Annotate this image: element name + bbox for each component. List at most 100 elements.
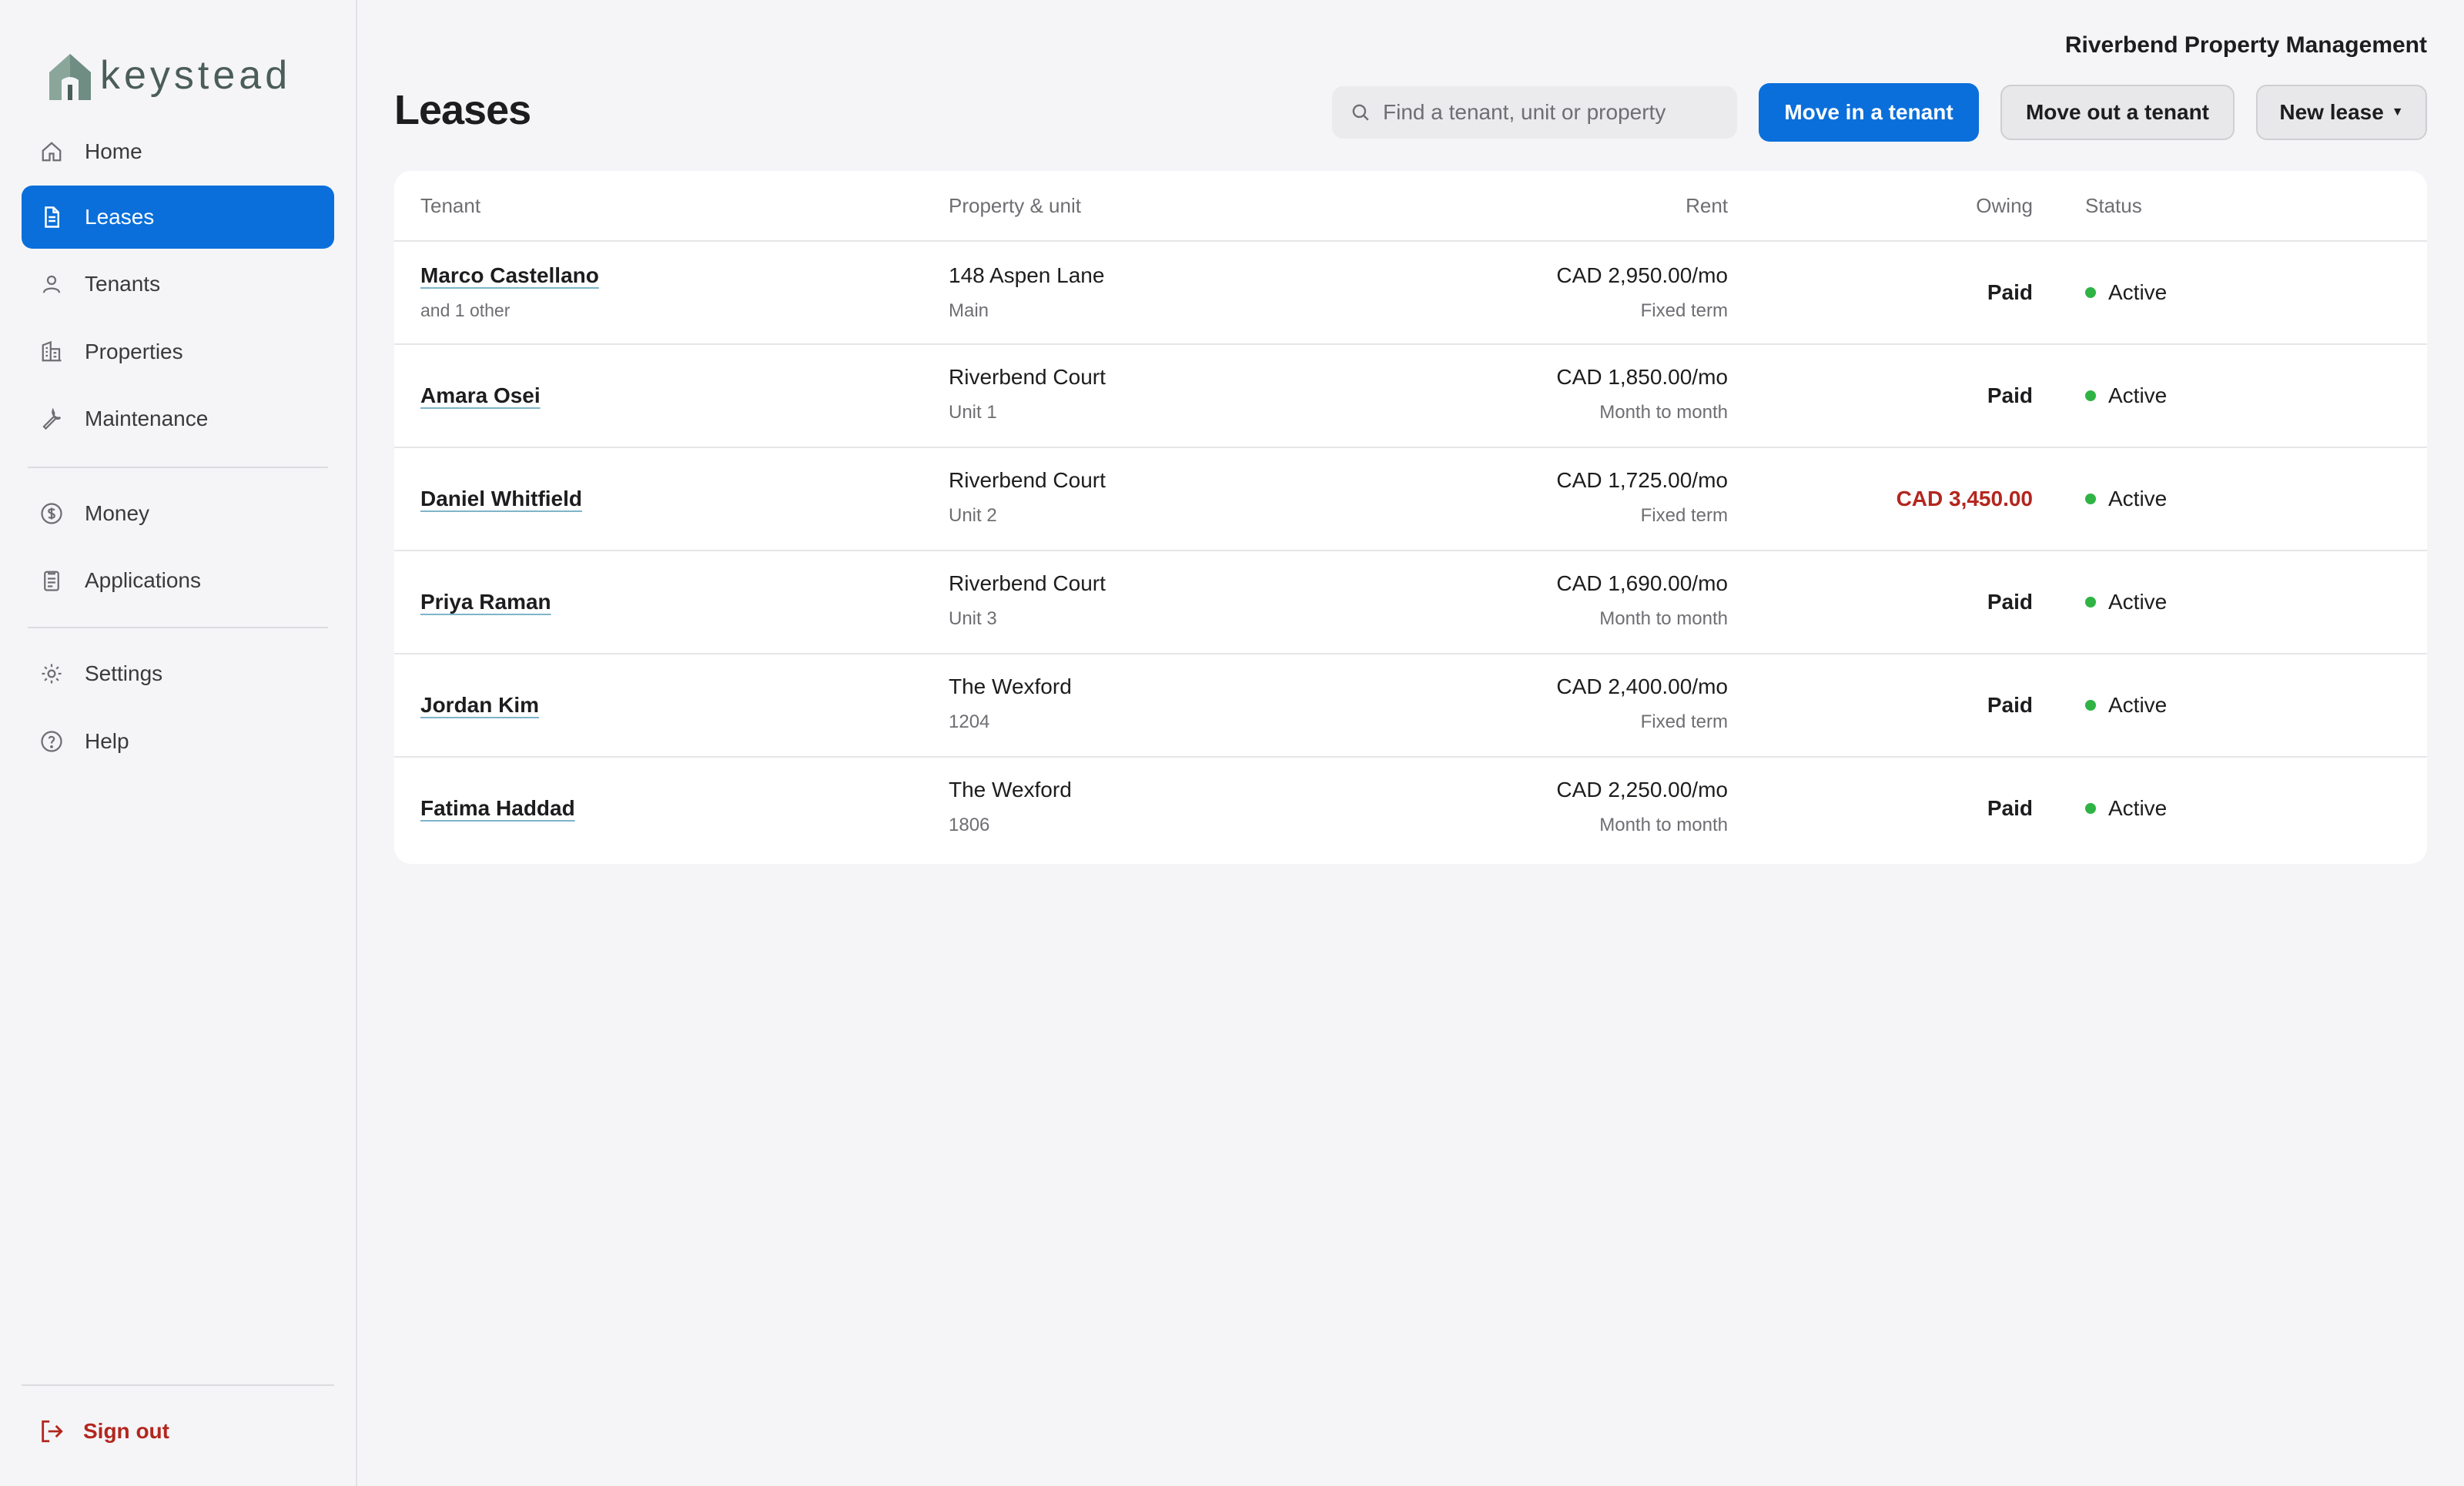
- sidebar-divider: [28, 467, 328, 468]
- status-badge: Active: [2085, 796, 2167, 821]
- sidebar-item-settings[interactable]: Settings: [22, 642, 334, 705]
- sidebar-item-label: Properties: [85, 340, 183, 363]
- owing-amount: Paid: [1987, 280, 2033, 304]
- rent-amount: CAD 2,950.00/mo: [1556, 263, 1728, 287]
- tenant-name-link[interactable]: Daniel Whitfield: [420, 487, 582, 511]
- table-row[interactable]: Marco Castellano and 1 other 148 Aspen L…: [394, 242, 2427, 345]
- new-lease-label: New lease: [2279, 100, 2384, 124]
- leases-table: Tenant Property & unit Rent Owing Status…: [394, 171, 2427, 864]
- status-label: Active: [2108, 383, 2168, 407]
- table-row[interactable]: Amara Osei Riverbend Court Unit 1 CAD 1,…: [394, 345, 2427, 448]
- sidebar-item-help[interactable]: Help: [22, 710, 334, 773]
- tenant-subtext: and 1 other: [420, 300, 511, 320]
- column-header-rent[interactable]: Rent: [1686, 194, 1728, 218]
- sidebar-item-tenants[interactable]: Tenants: [22, 253, 334, 316]
- dollar-circle-icon: [41, 503, 62, 524]
- tenant-name-link[interactable]: Fatima Haddad: [420, 796, 575, 821]
- table-header: Tenant Property & unit Rent Owing Status: [394, 171, 2427, 242]
- property-name: The Wexford: [949, 674, 1072, 698]
- person-icon: [42, 275, 61, 293]
- property-name: Riverbend Court: [949, 468, 1106, 492]
- status-dot-icon: [2085, 700, 2096, 711]
- status-badge: Active: [2085, 280, 2167, 305]
- status-dot-icon: [2085, 287, 2096, 298]
- property-name: 148 Aspen Lane: [949, 263, 1105, 287]
- lease-term: Month to month: [1599, 815, 1728, 835]
- tenant-name-link[interactable]: Priya Raman: [420, 590, 551, 614]
- sidebar: keystead Home Leases Tenants Properties …: [0, 0, 357, 1486]
- table-row[interactable]: Priya Raman Riverbend Court Unit 3 CAD 1…: [394, 551, 2427, 654]
- unit-name: 1204: [949, 711, 990, 732]
- unit-name: Unit 2: [949, 505, 997, 526]
- status-badge: Active: [2085, 383, 2167, 408]
- tenant-name-link[interactable]: Jordan Kim: [420, 693, 539, 718]
- column-header-owing[interactable]: Owing: [1976, 194, 2033, 218]
- table-row[interactable]: Jordan Kim The Wexford 1204 CAD 2,400.00…: [394, 654, 2427, 758]
- search-input[interactable]: [1383, 100, 1722, 125]
- building-icon: [42, 340, 62, 362]
- question-circle-icon: [41, 731, 62, 752]
- lease-term: Fixed term: [1640, 711, 1728, 732]
- organization-name: Riverbend Property Management: [2064, 32, 2427, 58]
- new-lease-dropdown-button[interactable]: New lease ▼: [2256, 85, 2427, 140]
- sidebar-item-label: Tenants: [85, 272, 161, 296]
- sign-out-label: Sign out: [83, 1419, 169, 1443]
- rent-amount: CAD 2,250.00/mo: [1556, 778, 1728, 802]
- status-label: Active: [2108, 693, 2168, 717]
- page-title: Leases: [394, 87, 531, 133]
- column-header-tenant[interactable]: Tenant: [420, 194, 480, 218]
- column-header-property[interactable]: Property & unit: [949, 194, 1081, 218]
- rent-amount: CAD 1,725.00/mo: [1556, 468, 1728, 492]
- unit-name: Unit 1: [949, 402, 997, 423]
- status-dot-icon: [2085, 803, 2096, 814]
- sidebar-item-label: Help: [85, 729, 129, 753]
- brand-name: keystead: [100, 53, 292, 98]
- status-badge: Active: [2085, 487, 2167, 511]
- unit-name: Unit 3: [949, 608, 997, 629]
- owing-amount-overdue: CAD 3,450.00: [1896, 487, 2033, 510]
- property-name: The Wexford: [949, 778, 1072, 802]
- property-name: Riverbend Court: [949, 365, 1106, 389]
- tenant-name-link[interactable]: Marco Castellano: [420, 263, 599, 288]
- status-badge: Active: [2085, 693, 2167, 718]
- move-out-tenant-button[interactable]: Move out a tenant: [2000, 85, 2235, 140]
- tenant-name-link[interactable]: Amara Osei: [420, 383, 541, 408]
- sign-out-button[interactable]: Sign out: [22, 1400, 169, 1463]
- search-icon: [1352, 104, 1369, 121]
- sidebar-item-money[interactable]: Money: [22, 482, 334, 545]
- column-header-status[interactable]: Status: [2085, 194, 2142, 218]
- clipboard-icon: [44, 571, 59, 591]
- sidebar-item-properties[interactable]: Properties: [22, 320, 334, 383]
- rent-amount: CAD 1,690.00/mo: [1556, 571, 1728, 595]
- status-label: Active: [2108, 796, 2168, 820]
- brand-logo[interactable]: keystead: [46, 48, 291, 103]
- property-name: Riverbend Court: [949, 571, 1106, 595]
- search-bar[interactable]: [1332, 86, 1737, 139]
- move-in-tenant-button[interactable]: Move in a tenant: [1759, 83, 1979, 142]
- owing-amount: Paid: [1987, 383, 2033, 407]
- lease-term: Month to month: [1599, 608, 1728, 629]
- document-icon: [45, 206, 59, 228]
- unit-name: Main: [949, 300, 989, 321]
- status-badge: Active: [2085, 590, 2167, 614]
- sidebar-item-label: Leases: [85, 205, 155, 229]
- app-window: keystead Home Leases Tenants Properties …: [0, 0, 2464, 1486]
- owing-amount: Paid: [1987, 693, 2033, 717]
- home-icon: [42, 142, 62, 162]
- sidebar-divider: [22, 1384, 334, 1386]
- owing-amount: Paid: [1987, 590, 2033, 614]
- status-dot-icon: [2085, 597, 2096, 607]
- table-row[interactable]: Fatima Haddad The Wexford 1806 CAD 2,250…: [394, 758, 2427, 861]
- lease-term: Fixed term: [1640, 505, 1728, 526]
- table-row[interactable]: Daniel Whitfield Riverbend Court Unit 2 …: [394, 448, 2427, 551]
- gear-icon: [42, 664, 62, 684]
- sidebar-item-label: Applications: [85, 568, 201, 592]
- status-label: Active: [2108, 590, 2168, 614]
- sign-out-icon: [42, 1420, 63, 1443]
- status-dot-icon: [2085, 494, 2096, 504]
- sidebar-item-label: Settings: [85, 661, 163, 685]
- sidebar-item-maintenance[interactable]: Maintenance: [22, 387, 334, 450]
- sidebar-item-home[interactable]: Home: [22, 120, 334, 183]
- sidebar-item-leases[interactable]: Leases: [22, 186, 334, 249]
- sidebar-item-applications[interactable]: Applications: [22, 549, 334, 612]
